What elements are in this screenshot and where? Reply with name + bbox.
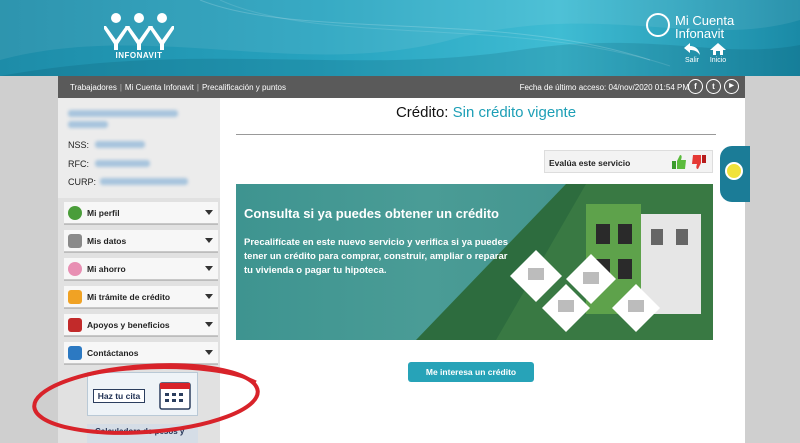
chevron-down-icon <box>205 322 213 327</box>
menu-item-label: Apoyos y beneficios <box>87 320 170 330</box>
curp-redacted <box>100 178 188 185</box>
chevron-down-icon <box>205 294 213 299</box>
twitter-icon[interactable]: t <box>706 79 721 94</box>
user-name-redacted <box>68 110 178 117</box>
credito-label: Crédito: <box>395 104 449 121</box>
thumbs-down-icon[interactable] <box>691 154 707 170</box>
piggy-bank-icon <box>68 262 82 276</box>
promo-banner[interactable]: Consulta si ya puedes obtener un crédito… <box>236 184 713 340</box>
credito-value: Sin crédito vigente <box>452 104 577 121</box>
menu-item-mi-ahorro[interactable]: Mi ahorro <box>64 258 218 280</box>
salir-button[interactable]: Salir <box>680 43 704 64</box>
mi-cuenta-logo[interactable]: Mi Cuenta Infonavit <box>646 13 762 43</box>
site-header: INFONAVIT Mi Cuenta Infonavit Salir Inic… <box>0 0 800 76</box>
home-icon <box>710 43 726 55</box>
chevron-down-icon <box>205 210 213 215</box>
breadcrumb-bar: Trabajadores | Mi Cuenta Infonavit | Precali… <box>58 76 745 98</box>
inicio-label: Inicio <box>709 57 727 64</box>
menu-item-label: Mi trámite de crédito <box>87 292 171 302</box>
last-access-text: Fecha de último acceso: 04/nov/2020 01:5… <box>519 83 689 92</box>
menu-item-apoyos[interactable]: Apoyos y beneficios <box>64 314 218 336</box>
evalua-servicio-box: Evalúa este servicio <box>544 150 713 173</box>
evalua-label: Evalúa este servicio <box>549 158 631 168</box>
youtube-icon[interactable]: ▶ <box>724 79 739 94</box>
breadcrumb-trabajadores[interactable]: Trabajadores <box>70 83 117 92</box>
menu-item-label: Mis datos <box>87 236 127 246</box>
salir-label: Salir <box>684 57 699 64</box>
user-info-panel: NSS: RFC: CURP: <box>58 98 220 198</box>
menu-item-mis-datos[interactable]: Mis datos <box>64 230 218 252</box>
credito-status: Crédito: Sin crédito vigente <box>236 104 736 121</box>
divider <box>236 134 716 135</box>
banner-body: Precalifícate en este nuevo servicio y v… <box>244 237 509 276</box>
mi-cuenta-icon <box>646 13 670 37</box>
document-icon <box>68 234 82 248</box>
menu-item-label: Contáctanos <box>87 348 139 358</box>
chevron-down-icon <box>205 238 213 243</box>
brand-text: INFONAVIT <box>115 51 163 60</box>
feedback-side-tab[interactable] <box>720 146 750 202</box>
breadcrumb-precalificacion[interactable]: Precalificación y puntos <box>202 83 286 92</box>
breadcrumb-mi-cuenta[interactable]: Mi Cuenta Infonavit <box>125 83 194 92</box>
menu-item-mi-tramite[interactable]: Mi trámite de crédito <box>64 286 218 308</box>
banner-title: Consulta si ya puedes obtener un crédito <box>244 206 499 221</box>
person-icon <box>68 206 82 220</box>
rfc-label: RFC: <box>68 159 89 169</box>
nss-redacted <box>95 141 145 148</box>
mi-cuenta-line2: Infonavit <box>675 26 725 41</box>
thumbs-up-icon[interactable] <box>671 154 687 170</box>
chevron-down-icon <box>205 350 213 355</box>
rfc-redacted <box>95 160 150 167</box>
curp-label: CURP: <box>68 177 97 187</box>
chevron-down-icon <box>205 266 213 271</box>
breadcrumb: Trabajadores | Mi Cuenta Infonavit | Precali… <box>70 83 286 92</box>
facebook-icon[interactable]: f <box>688 79 703 94</box>
user-name-redacted-2 <box>68 121 108 128</box>
nss-label: NSS: <box>68 140 90 150</box>
feedback-icon <box>725 162 743 180</box>
inicio-button[interactable]: Inicio <box>706 43 730 64</box>
back-arrow-icon <box>684 43 700 55</box>
gift-icon <box>68 318 82 332</box>
folder-icon <box>68 290 82 304</box>
menu-item-label: Mi perfil <box>87 208 120 218</box>
contact-icon <box>68 346 82 360</box>
highlight-annotation-oval <box>32 363 260 435</box>
menu-item-label: Mi ahorro <box>87 264 126 274</box>
menu-item-mi-perfil[interactable]: Mi perfil <box>64 202 218 224</box>
me-interesa-credito-button[interactable]: Me interesa un crédito <box>408 362 534 382</box>
